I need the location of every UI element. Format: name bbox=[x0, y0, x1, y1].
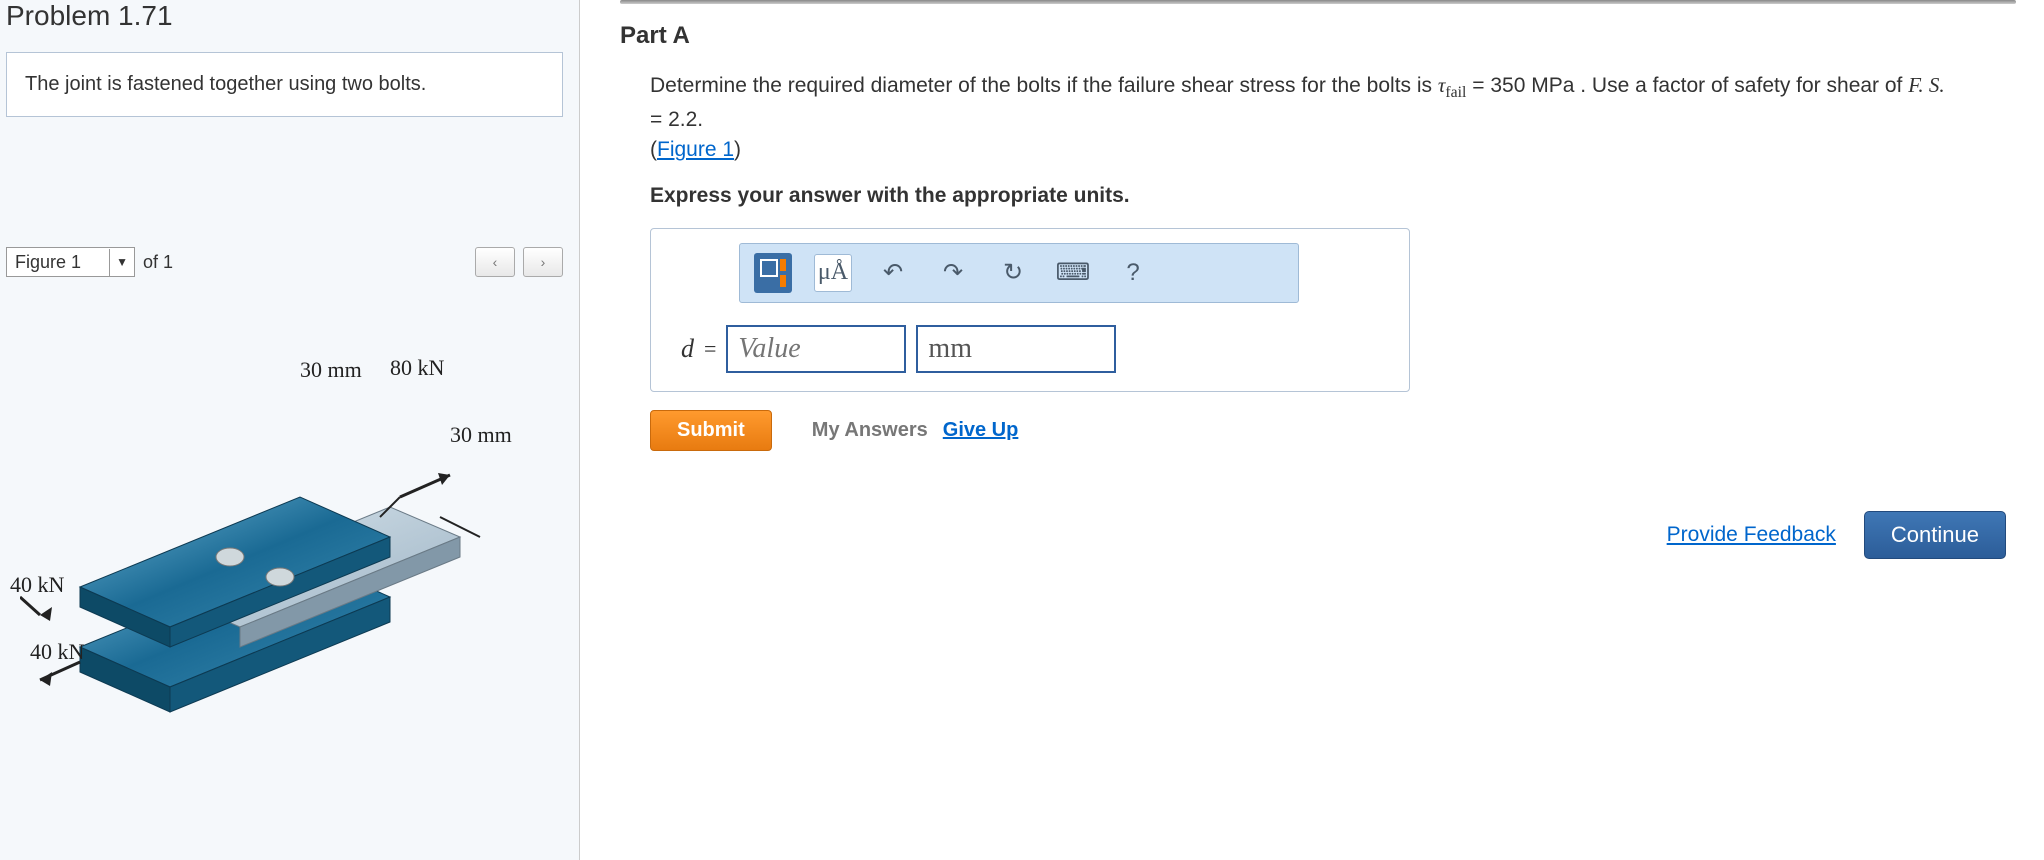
chevron-down-icon: ▼ bbox=[110, 255, 134, 269]
dim-label-1: 30 mm bbox=[300, 357, 362, 383]
instruction-text: Express your answer with the appropriate… bbox=[650, 184, 2016, 208]
value-input[interactable] bbox=[726, 325, 906, 373]
answer-box: μÅ ↶ ↷ ↻ ⌨ ? d = bbox=[650, 228, 1410, 392]
figure-prev-button[interactable]: ‹ bbox=[475, 247, 515, 277]
action-row: Submit My Answers Give Up bbox=[650, 410, 2016, 451]
figure-select[interactable]: Figure 1 ▼ bbox=[6, 247, 135, 277]
chevron-left-icon: ‹ bbox=[493, 254, 498, 270]
units-button[interactable]: μÅ bbox=[814, 254, 852, 292]
undo-button[interactable]: ↶ bbox=[874, 254, 912, 292]
right-panel: Part A Determine the required diameter o… bbox=[580, 0, 2044, 860]
figure-nav-bar: Figure 1 ▼ of 1 ‹ › bbox=[6, 247, 563, 277]
help-icon: ? bbox=[1126, 259, 1139, 287]
redo-button[interactable]: ↷ bbox=[934, 254, 972, 292]
divider bbox=[620, 0, 2016, 4]
answer-input-row: d = bbox=[681, 325, 1391, 373]
variable-label: d bbox=[681, 334, 694, 364]
unit-input[interactable] bbox=[916, 325, 1116, 373]
equation-toolbar: μÅ ↶ ↷ ↻ ⌨ ? bbox=[739, 243, 1299, 303]
equals-sign: = bbox=[704, 336, 716, 362]
continue-button[interactable]: Continue bbox=[1864, 511, 2006, 559]
question-text: Determine the required diameter of the b… bbox=[650, 70, 1950, 166]
figure-count: of 1 bbox=[143, 252, 173, 273]
keyboard-button[interactable]: ⌨ bbox=[1054, 254, 1092, 292]
units-icon-label: μÅ bbox=[818, 259, 848, 286]
figure-next-button[interactable]: › bbox=[523, 247, 563, 277]
chevron-right-icon: › bbox=[541, 254, 546, 270]
give-up-link[interactable]: Give Up bbox=[943, 419, 1019, 441]
keyboard-icon: ⌨ bbox=[1056, 258, 1091, 287]
reset-button[interactable]: ↻ bbox=[994, 254, 1032, 292]
my-answers-label: My Answers bbox=[812, 419, 928, 441]
problem-title: Problem 1.71 bbox=[0, 0, 569, 52]
left-panel: Problem 1.71 The joint is fastened toget… bbox=[0, 0, 580, 860]
help-button[interactable]: ? bbox=[1114, 254, 1152, 292]
templates-icon bbox=[754, 253, 792, 293]
figure-link[interactable]: Figure 1 bbox=[657, 138, 734, 161]
figure-image: 30 mm 80 kN 30 mm 40 kN 40 kN bbox=[0, 317, 569, 850]
reset-icon: ↻ bbox=[1003, 258, 1023, 287]
templates-button[interactable] bbox=[754, 254, 792, 292]
bottom-row: Provide Feedback Continue bbox=[620, 511, 2016, 559]
undo-icon: ↶ bbox=[883, 258, 903, 287]
part-heading: Part A bbox=[620, 22, 2016, 50]
force-label-top: 80 kN bbox=[390, 355, 444, 381]
provide-feedback-link[interactable]: Provide Feedback bbox=[1667, 523, 1836, 547]
submit-button[interactable]: Submit bbox=[650, 410, 772, 451]
dim-label-2: 30 mm bbox=[450, 422, 512, 448]
force-label-left-1: 40 kN bbox=[10, 572, 64, 598]
problem-statement: The joint is fastened together using two… bbox=[6, 52, 563, 117]
figure-select-label: Figure 1 bbox=[7, 249, 110, 276]
redo-icon: ↷ bbox=[943, 258, 963, 287]
answer-links: My Answers Give Up bbox=[812, 419, 1019, 442]
force-label-left-2: 40 kN bbox=[30, 639, 84, 665]
